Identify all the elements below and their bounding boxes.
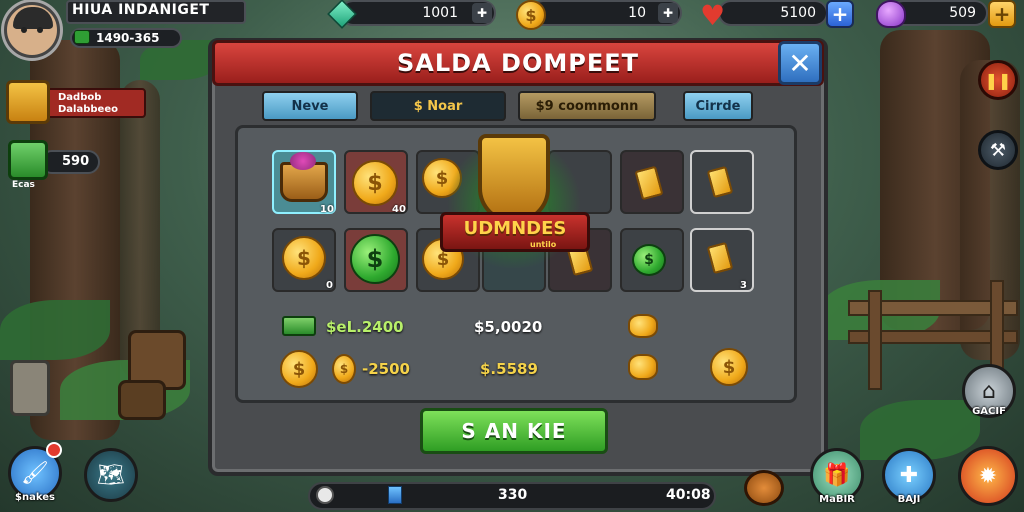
- dialog-title: SALDA DOMPEET: [397, 49, 639, 77]
- coin-icon: $: [710, 348, 748, 386]
- basket-fruit-icon: [290, 152, 316, 170]
- row1-value: $5,0020: [474, 318, 543, 336]
- purple-gem-icon: [876, 0, 906, 28]
- energy-icon: [388, 486, 402, 504]
- emblem-subtitle: untilo: [530, 240, 557, 249]
- tab-label: Cirrde: [695, 98, 741, 114]
- purple-count: 509: [949, 5, 976, 21]
- tab-label: $9 coommonn: [535, 98, 639, 114]
- coin-icon: $: [282, 236, 326, 280]
- emblem-title: UDMNDES: [463, 218, 567, 239]
- slot-qty: 0: [326, 280, 333, 291]
- slot-qty: 3: [740, 280, 747, 291]
- tab-neve[interactable]: Neve: [262, 91, 358, 121]
- heart-pill: 5100: [718, 0, 828, 26]
- cash-stack-icon: [282, 316, 316, 336]
- left-item-2-caption: Ecas: [12, 180, 35, 190]
- left-item-1-line2: Dalabbeeo: [58, 104, 118, 115]
- coin-stack-icon: [628, 314, 658, 338]
- row2-value: $.5589: [480, 360, 538, 378]
- fire-icon: ✹: [978, 463, 998, 489]
- tab-noar[interactable]: $ Noar: [370, 91, 506, 121]
- row2-label: -2500: [362, 360, 410, 378]
- bottom-right-value: 40:08: [666, 487, 711, 503]
- row1-label: $eL.2400: [326, 318, 404, 336]
- confirm-label: S AN KIE: [461, 419, 567, 443]
- gem-count: 1001: [422, 5, 458, 21]
- slot-qty: 40: [392, 204, 406, 215]
- close-button[interactable]: ✕: [778, 41, 822, 85]
- confirm-button[interactable]: S AN KIE: [420, 408, 608, 454]
- left-item-2-value: 590: [62, 154, 90, 169]
- map-icon: 🗺: [97, 462, 125, 488]
- bottom-left-value: 330: [498, 487, 528, 503]
- green-coin-icon: $: [350, 234, 400, 284]
- player-avatar[interactable]: [4, 2, 60, 58]
- player-name: HIUA INDANIGET: [72, 2, 210, 18]
- player-currency: 1490-365: [96, 31, 160, 45]
- slot-qty: 10: [320, 204, 334, 215]
- map-button[interactable]: 🗺: [84, 448, 138, 502]
- tab-label: Neve: [291, 98, 329, 114]
- brush-icon: 🖌: [21, 460, 49, 486]
- tools-button[interactable]: ⚒: [978, 130, 1018, 170]
- plus-icon: ✚: [899, 462, 919, 488]
- coin-icon: $: [516, 0, 546, 30]
- coin-count: 10: [628, 5, 646, 21]
- tab-coommonn[interactable]: $9 coommonn: [518, 91, 656, 121]
- clock-icon: [316, 486, 334, 504]
- emblem-shield-icon: [478, 134, 550, 224]
- house-icon: ⌂: [982, 378, 996, 404]
- cash-stack-icon: [8, 140, 48, 180]
- cash-icon: [74, 30, 90, 44]
- notification-dot: [46, 442, 62, 458]
- plus-button-blue[interactable]: +: [826, 0, 854, 28]
- coin-icon: $: [332, 354, 356, 384]
- coin-icon: $: [352, 160, 398, 206]
- tab-cirrde[interactable]: Cirrde: [683, 91, 753, 121]
- pause-button[interactable]: ❚❚: [978, 60, 1018, 100]
- heart-icon: ♥: [700, 0, 726, 32]
- baji-label: BAJI: [897, 494, 921, 505]
- dialog-title-banner: SALDA DOMPEET: [212, 40, 824, 86]
- mabir-label: MaBIR: [819, 494, 855, 505]
- green-coin-icon: $: [632, 244, 666, 276]
- coin-stack-icon: [628, 354, 658, 380]
- plus-button-gold[interactable]: +: [988, 0, 1016, 28]
- gacif-label: GACIF: [972, 406, 1006, 417]
- gem-add-button[interactable]: ✚: [472, 3, 492, 23]
- treasure-chest-icon: [6, 80, 50, 124]
- coin-icon: $: [280, 350, 318, 388]
- fire-button[interactable]: ✹: [958, 446, 1018, 506]
- heart-count: 5100: [780, 5, 816, 21]
- coin-add-button[interactable]: ✚: [658, 3, 678, 23]
- close-icon: ✕: [788, 46, 812, 80]
- chest-small-button[interactable]: [744, 470, 784, 506]
- left-item-1-line1: Dadbob: [58, 92, 102, 103]
- tab-label: $ Noar: [413, 98, 463, 114]
- gift-icon: 🎁: [823, 462, 851, 488]
- snakes-label: $nakes: [15, 492, 55, 503]
